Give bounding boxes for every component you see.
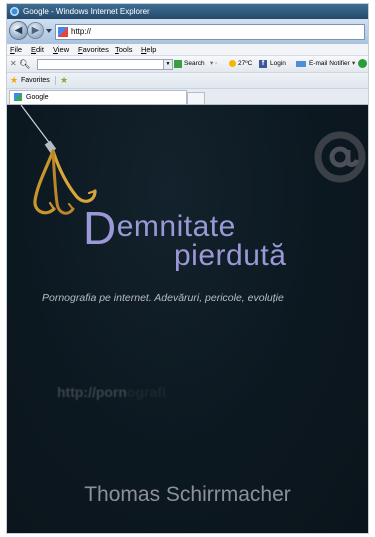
window-title: Google - Windows Internet Explorer bbox=[23, 7, 150, 16]
email-notifier-button[interactable]: E-mail Notifier bbox=[309, 56, 350, 72]
add-to-favorites-icon[interactable]: ★ bbox=[60, 73, 68, 88]
search-provider-dropdown[interactable]: ▼ bbox=[163, 59, 173, 70]
login-button[interactable]: Login bbox=[270, 56, 286, 72]
at-sign-icon bbox=[314, 131, 366, 183]
mail-icon bbox=[296, 61, 306, 67]
menu-bar: File Edit View Favorites Tools Help bbox=[7, 44, 368, 56]
google-favicon-icon bbox=[14, 93, 22, 101]
email-dropdown-icon[interactable]: ▾ bbox=[352, 56, 355, 72]
search-icon[interactable]: 🔍︎ bbox=[19, 56, 30, 72]
page-favicon-icon bbox=[58, 27, 68, 37]
book-subtitle: Pornografia pe internet. Adevăruri, peri… bbox=[42, 292, 284, 304]
menu-help[interactable]: Help bbox=[141, 44, 156, 55]
search-toolbar: ✕ 🔍︎ ▼ Search ▾ ◦ 27ºC f Login E-mail No… bbox=[7, 56, 368, 73]
book-author: Thomas Schirrmacher bbox=[84, 483, 291, 506]
extension-icon[interactable] bbox=[358, 59, 367, 68]
menu-favorites[interactable]: Favorites bbox=[78, 44, 109, 55]
close-toolbar-icon[interactable]: ✕ bbox=[10, 56, 17, 72]
tab-label: Google bbox=[26, 94, 49, 101]
toolbar-search-input[interactable] bbox=[37, 59, 165, 70]
weather-temperature[interactable]: 27ºC bbox=[238, 56, 252, 72]
recent-pages-dropdown[interactable] bbox=[46, 29, 52, 33]
favorites-star-icon: ★ bbox=[10, 75, 19, 85]
menu-view[interactable]: View bbox=[53, 44, 69, 55]
book-title-line-2: pierdută bbox=[174, 239, 287, 272]
ie-window: Google - Windows Internet Explorer ◀ ▶ h… bbox=[7, 4, 368, 533]
search-button[interactable]: Search bbox=[184, 56, 205, 72]
new-tab-button[interactable] bbox=[187, 92, 205, 104]
menu-edit[interactable]: Edit bbox=[31, 44, 44, 55]
search-go-icon[interactable] bbox=[174, 60, 182, 68]
tab-google[interactable]: Google bbox=[9, 90, 187, 104]
menu-file[interactable]: File bbox=[10, 44, 22, 55]
favorites-divider bbox=[55, 76, 56, 85]
favorites-bar: ★ Favorites ★ bbox=[7, 73, 368, 89]
back-arrow-icon: ◀ bbox=[14, 25, 23, 36]
facebook-icon[interactable]: f bbox=[259, 60, 267, 68]
page-content: Demnitate pierdută Pornografia pe intern… bbox=[7, 105, 368, 533]
back-button[interactable]: ◀ bbox=[10, 22, 27, 39]
forward-arrow-icon: ▶ bbox=[31, 25, 40, 36]
address-bar[interactable]: http:// bbox=[55, 24, 365, 40]
tab-bar: Google bbox=[7, 89, 368, 105]
address-input[interactable]: http:// bbox=[71, 25, 91, 39]
search-options-icon[interactable]: ▾ ◦ bbox=[210, 56, 217, 72]
title-bar: Google - Windows Internet Explorer bbox=[7, 4, 368, 19]
ie-logo-icon bbox=[10, 7, 19, 16]
forward-button[interactable]: ▶ bbox=[28, 23, 43, 38]
favorites-button[interactable]: Favorites bbox=[21, 73, 50, 88]
weather-sun-icon bbox=[229, 60, 236, 67]
menu-tools[interactable]: Tools bbox=[115, 44, 133, 55]
faded-url-text: http://pornografi bbox=[57, 384, 166, 400]
navigation-bar: ◀ ▶ http:// bbox=[7, 19, 368, 44]
